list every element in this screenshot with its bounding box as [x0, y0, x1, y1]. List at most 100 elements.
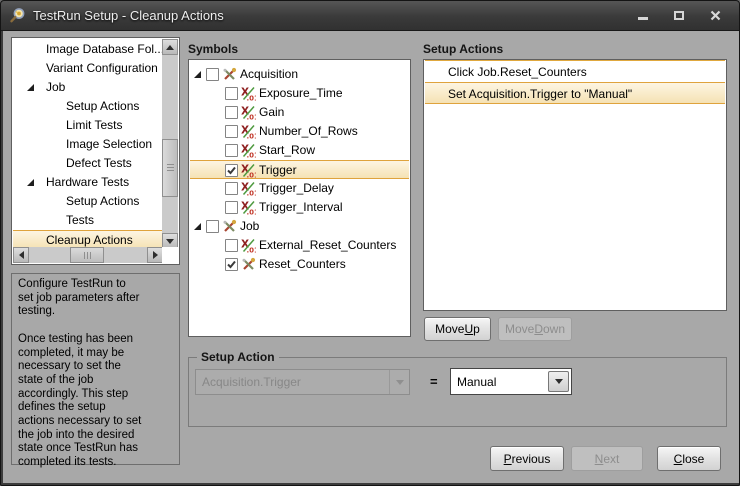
- symbols-label: Symbols: [188, 42, 238, 56]
- symbol-item-gain[interactable]: X.01Gain: [190, 103, 409, 122]
- checkmark-icon: [226, 259, 237, 270]
- expander-icon[interactable]: [194, 71, 201, 78]
- checkbox-unchecked[interactable]: [225, 125, 238, 138]
- equals-label: =: [430, 374, 438, 389]
- symbol-item-start-row[interactable]: X.01Start_Row: [190, 141, 409, 160]
- move-down-button[interactable]: Move Down: [498, 317, 572, 341]
- horizontal-scroll-thumb[interactable]: [70, 247, 104, 263]
- nav-item-label: Variant Configuration: [46, 61, 158, 75]
- nav-item-setup-actions[interactable]: Setup Actions: [13, 192, 162, 211]
- symbol-item-job[interactable]: Job: [190, 217, 409, 236]
- chevron-down-icon: [389, 370, 409, 394]
- symbol-item-acquisition[interactable]: Acquisition: [190, 65, 409, 84]
- checkbox-unchecked[interactable]: [225, 87, 238, 100]
- symbol-item-label: Number_Of_Rows: [259, 124, 358, 138]
- minimize-icon[interactable]: [631, 7, 655, 25]
- maximize-icon[interactable]: [667, 7, 691, 25]
- nav-item-defect-tests[interactable]: Defect Tests: [13, 154, 162, 173]
- nav-item-label: Tests: [66, 213, 94, 227]
- checkbox-unchecked[interactable]: [225, 144, 238, 157]
- svg-text:.01: .01: [247, 247, 257, 254]
- symbol-item-number-of-rows[interactable]: X.01Number_Of_Rows: [190, 122, 409, 141]
- window-controls: [631, 7, 727, 25]
- nav-item-tests[interactable]: Tests: [13, 211, 162, 230]
- nav-item-image-database-fol[interactable]: Image Database Fol...: [13, 40, 162, 59]
- checkbox-unchecked[interactable]: [225, 201, 238, 214]
- testrun-setup-dialog: TestRun Setup - Cleanup Actions Image Da…: [0, 0, 740, 486]
- setup-action-item[interactable]: Click Job.Reset_Counters: [425, 60, 725, 82]
- next-button[interactable]: Next: [571, 446, 643, 471]
- expander-icon[interactable]: [27, 179, 34, 186]
- checkbox-unchecked[interactable]: [225, 182, 238, 195]
- dropdown-button[interactable]: [548, 371, 569, 392]
- nav-vertical-scrollbar[interactable]: [162, 39, 178, 249]
- description-text: Configure TestRun to set job parameters …: [11, 273, 180, 465]
- checkbox-unchecked[interactable]: [206, 68, 219, 81]
- symbol-item-trigger-interval[interactable]: X.01Trigger_Interval: [190, 198, 409, 217]
- checkbox-checked[interactable]: [225, 164, 238, 177]
- variable-icon: X.01: [241, 105, 256, 120]
- checkbox-unchecked[interactable]: [225, 239, 238, 252]
- variable-icon: X.01: [241, 143, 256, 158]
- nav-item-setup-actions[interactable]: Setup Actions: [13, 97, 162, 116]
- symbol-item-trigger-delay[interactable]: X.01Trigger_Delay: [190, 179, 409, 198]
- nav-item-label: Job: [46, 80, 65, 94]
- tools-icon: [241, 257, 256, 272]
- nav-item-variant-configuration[interactable]: Variant Configuration: [13, 59, 162, 78]
- close-icon[interactable]: [703, 7, 727, 25]
- variable-icon: X.01: [241, 124, 256, 139]
- setup-action-item[interactable]: Set Acquisition.Trigger to "Manual": [425, 82, 725, 104]
- nav-item-hardware-tests[interactable]: Hardware Tests: [13, 173, 162, 192]
- nav-item-job[interactable]: Job: [13, 78, 162, 97]
- setup-actions-label: Setup Actions: [423, 42, 503, 56]
- symbol-item-label: Trigger_Delay: [259, 181, 334, 195]
- titlebar: TestRun Setup - Cleanup Actions: [1, 1, 739, 31]
- symbol-item-label: Reset_Counters: [259, 257, 346, 271]
- checkbox-unchecked[interactable]: [225, 106, 238, 119]
- nav-item-image-selection[interactable]: Image Selection: [13, 135, 162, 154]
- nav-item-label: Limit Tests: [66, 118, 122, 132]
- svg-text:.01: .01: [247, 209, 257, 216]
- svg-text:.01: .01: [247, 133, 257, 140]
- scroll-up-button[interactable]: [162, 39, 178, 55]
- symbol-item-label: Gain: [259, 105, 284, 119]
- window-title: TestRun Setup - Cleanup Actions: [33, 8, 224, 23]
- nav-horizontal-scrollbar[interactable]: [13, 247, 163, 263]
- setup-action-group: Setup Action Acquisition.Trigger = Manua…: [188, 357, 727, 427]
- checkbox-unchecked[interactable]: [206, 220, 219, 233]
- expander-icon[interactable]: [194, 223, 201, 230]
- value-combobox[interactable]: Manual: [450, 368, 572, 395]
- symbol-item-exposure-time[interactable]: X.01Exposure_Time: [190, 84, 409, 103]
- target-symbol-value: Acquisition.Trigger: [202, 375, 301, 389]
- scroll-right-button[interactable]: [147, 247, 163, 263]
- svg-text:.01: .01: [247, 152, 257, 159]
- svg-text:.01: .01: [247, 190, 257, 197]
- nav-item-label: Defect Tests: [66, 156, 132, 170]
- svg-text:.01: .01: [247, 172, 257, 179]
- tools-icon: [222, 67, 237, 82]
- nav-item-label: Image Selection: [66, 137, 152, 151]
- nav-item-label: Setup Actions: [66, 194, 139, 208]
- symbol-item-reset-counters[interactable]: Reset_Counters: [190, 255, 409, 274]
- move-up-button[interactable]: Move Up: [424, 317, 491, 341]
- variable-icon: X.01: [241, 163, 256, 178]
- app-icon: [9, 7, 26, 24]
- symbol-item-label: Trigger_Interval: [259, 200, 343, 214]
- vertical-scroll-thumb[interactable]: [162, 139, 178, 197]
- symbol-item-external-reset-counters[interactable]: X.01External_Reset_Counters: [190, 236, 409, 255]
- target-symbol-combobox[interactable]: Acquisition.Trigger: [195, 369, 410, 395]
- tools-icon: [222, 219, 237, 234]
- nav-item-label: Hardware Tests: [46, 175, 129, 189]
- previous-button[interactable]: Previous: [490, 446, 564, 471]
- checkbox-checked[interactable]: [225, 258, 238, 271]
- nav-item-limit-tests[interactable]: Limit Tests: [13, 116, 162, 135]
- scroll-left-button[interactable]: [13, 247, 29, 263]
- scrollbar-corner: [162, 247, 178, 263]
- symbols-tree: AcquisitionX.01Exposure_TimeX.01GainX.01…: [188, 59, 411, 337]
- symbol-item-trigger[interactable]: X.01Trigger: [190, 160, 409, 179]
- variable-icon: X.01: [241, 238, 256, 253]
- close-button[interactable]: Close: [657, 446, 721, 471]
- expander-icon[interactable]: [27, 84, 34, 91]
- setup-action-group-label: Setup Action: [197, 350, 279, 364]
- nav-item-label: Image Database Fol...: [46, 42, 164, 56]
